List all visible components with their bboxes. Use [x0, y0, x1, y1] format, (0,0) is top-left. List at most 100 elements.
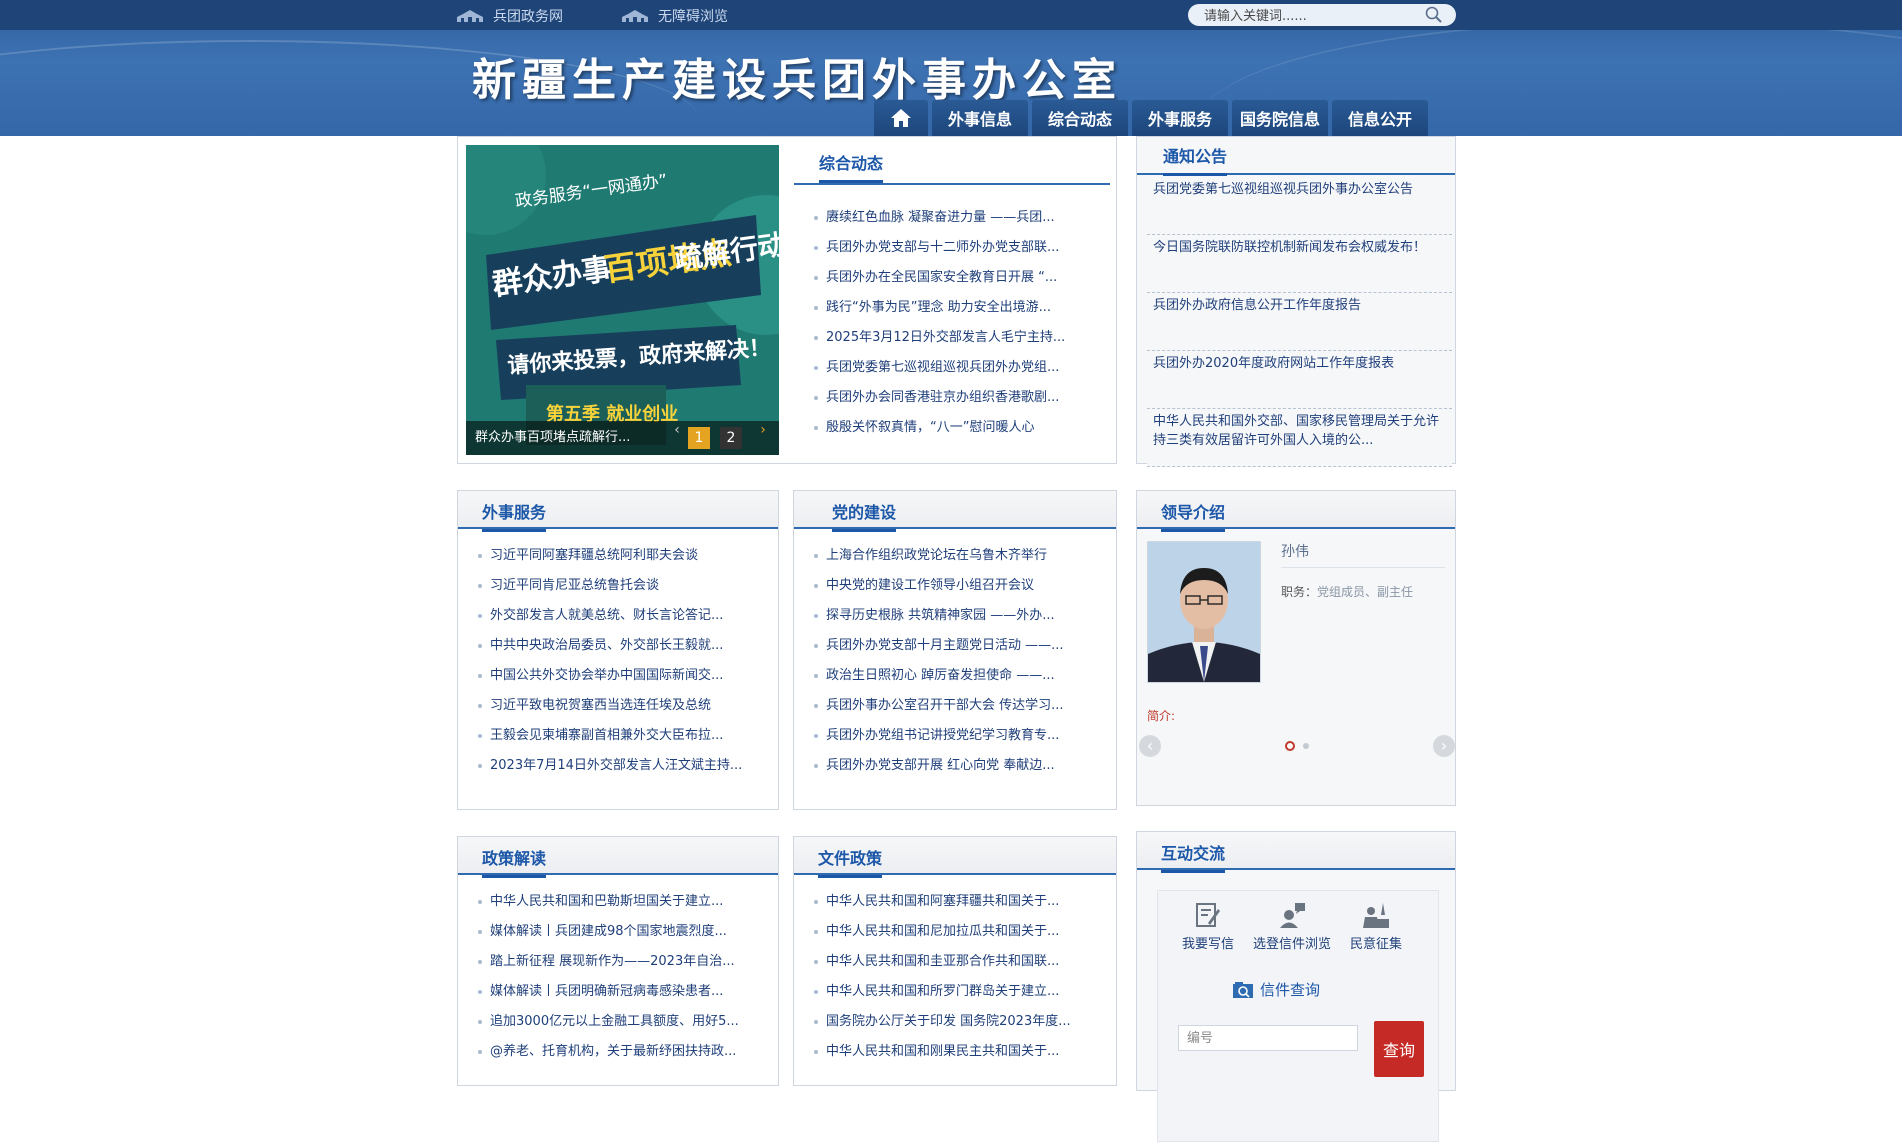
leader-prev-button[interactable]: ‹: [1139, 735, 1161, 757]
letter-query-link[interactable]: 信件查询: [1232, 979, 1320, 1000]
list-item[interactable]: 中华人民共和国和圭亚那合作共和国联...: [812, 947, 1108, 977]
leader-title[interactable]: 领导介绍: [1161, 499, 1226, 532]
list-item[interactable]: 中华人民共和国和巴勒斯坦国关于建立...: [476, 887, 766, 917]
notice-head: 通知公告: [1137, 137, 1455, 176]
zhengce-title[interactable]: 政策解读: [482, 845, 547, 878]
list-item[interactable]: 外交部发言人就美总统、财长言论答记...: [476, 601, 766, 631]
list-item[interactable]: 探寻历史根脉 共筑精神家园 ——外办...: [812, 601, 1108, 631]
dangjian-title[interactable]: 党的建设: [832, 499, 897, 532]
list-item[interactable]: 追加3000亿元以上金融工具额度、用好5...: [476, 1007, 766, 1037]
nav-info-public[interactable]: 信息公开: [1332, 100, 1428, 136]
list-item[interactable]: 兵团外办党支部与十二师外办党支部联...: [812, 233, 1104, 263]
list-item[interactable]: 媒体解读丨兵团明确新冠病毒感染患者...: [476, 977, 766, 1007]
wenjian-head: 文件政策: [794, 837, 1116, 878]
leader-name: 孙伟: [1281, 541, 1445, 568]
building-icon: [622, 10, 648, 22]
list-item[interactable]: 中华人民共和国外交部、国家移民管理局关于允许持三类有效居留许可外国人入境的公..…: [1147, 409, 1452, 467]
leader-duty-value: 党组成员、副主任: [1317, 585, 1414, 599]
leader-panel: 领导介绍 孙伟 职务：党组成员、副主任 简介: ‹ ›: [1136, 490, 1456, 806]
nav-zonghe[interactable]: 综合动态: [1032, 100, 1128, 136]
letter-query-icon: [1233, 981, 1253, 998]
list-item[interactable]: 2025年3月12日外交部发言人毛宁主持...: [812, 323, 1104, 353]
leader-portrait-image: [1148, 542, 1260, 682]
list-item[interactable]: 中华人民共和国和所罗门群岛关于建立...: [812, 977, 1108, 1007]
top-bar: 兵团政务网 无障碍浏览: [0, 0, 1902, 30]
dangjian-head: 党的建设: [794, 491, 1116, 532]
bingtuan-gov-link[interactable]: 兵团政务网: [455, 6, 563, 26]
interact-box: 我要写信 选登信件浏览 民意征集 信件查询 编号 查询: [1157, 890, 1439, 1142]
list-item[interactable]: 今日国务院联防联控机制新闻发布会权威发布！: [1147, 235, 1452, 293]
letter-number-input[interactable]: [1178, 1025, 1358, 1051]
list-item[interactable]: 兵团党委第七巡视组巡视兵团外办党组...: [812, 353, 1104, 383]
list-item[interactable]: 兵团外办党支部开展 红心向党 奉献边...: [812, 751, 1108, 781]
slideshow-page-1[interactable]: 1: [688, 427, 710, 449]
leader-head: 领导介绍: [1137, 491, 1455, 532]
list-item[interactable]: 兵团党委第七巡视组巡视兵团外事办公室公告: [1147, 177, 1452, 235]
list-item[interactable]: 兵团外办2020年度政府网站工作年度报表: [1147, 351, 1452, 409]
list-item[interactable]: 兵团外办会同香港驻京办组织香港歌剧...: [812, 383, 1104, 413]
list-item[interactable]: 政治生日照初心 踔厉奋发担使命 ——...: [812, 661, 1108, 691]
zhengce-panel: 政策解读 中华人民共和国和巴勒斯坦国关于建立... 媒体解读丨兵团建成98个国家…: [457, 836, 779, 1086]
list-item[interactable]: 2023年7月14日外交部发言人汪文斌主持...: [476, 751, 766, 781]
list-item[interactable]: 习近平同阿塞拜疆总统阿利耶夫会谈: [476, 541, 766, 571]
list-item[interactable]: 践行“外事为民”理念 助力安全出境游...: [812, 293, 1104, 323]
list-item[interactable]: 中共中央政治局委员、外交部长王毅就...: [476, 631, 766, 661]
list-item[interactable]: 中国公共外交协会举办中国国际新闻交...: [476, 661, 766, 691]
interact-title[interactable]: 互动交流: [1161, 840, 1226, 873]
slideshow-prev[interactable]: ‹: [670, 419, 684, 441]
list-item[interactable]: 兵团外事办公室召开干部大会 传达学习...: [812, 691, 1108, 721]
list-item[interactable]: 赓续红色血脉 凝聚奋进力量 ——兵团...: [812, 203, 1104, 233]
search-icon[interactable]: [1424, 6, 1444, 24]
notice-title[interactable]: 通知公告: [1163, 143, 1228, 176]
nav-home[interactable]: [874, 100, 928, 136]
interact-head: 互动交流: [1137, 832, 1455, 873]
list-item[interactable]: 中华人民共和国和尼加拉瓜共和国关于...: [812, 917, 1108, 947]
leader-next-button[interactable]: ›: [1433, 735, 1455, 757]
opinion-button[interactable]: 民意征集: [1334, 901, 1418, 952]
zonghe-title[interactable]: 综合动态: [819, 150, 884, 183]
leader-dot-1[interactable]: [1285, 741, 1295, 751]
query-button[interactable]: 查询: [1374, 1021, 1424, 1077]
write-letter-button[interactable]: 我要写信: [1166, 901, 1250, 952]
list-item[interactable]: 兵团外办政府信息公开工作年度报告: [1147, 293, 1452, 351]
list-item[interactable]: 王毅会见柬埔寨副首相兼外交大臣布拉...: [476, 721, 766, 751]
wenjian-title[interactable]: 文件政策: [818, 845, 883, 878]
letter-browse-button[interactable]: 选登信件浏览: [1250, 901, 1334, 952]
notice-list: 兵团党委第七巡视组巡视兵团外事办公室公告 今日国务院联防联控机制新闻发布会权威发…: [1147, 177, 1452, 467]
list-item[interactable]: 媒体解读丨兵团建成98个国家地震烈度...: [476, 917, 766, 947]
leader-dot-2[interactable]: [1303, 743, 1309, 749]
list-item[interactable]: 国务院办公厅关于印发 国务院2023年度...: [812, 1007, 1108, 1037]
list-item[interactable]: 兵团外办在全民国家安全教育日开展 “...: [812, 263, 1104, 293]
list-item[interactable]: 上海合作组织政党论坛在乌鲁木齐举行: [812, 541, 1108, 571]
list-item[interactable]: 习近平同肯尼亚总统鲁托会谈: [476, 571, 766, 601]
slideshow-next[interactable]: ›: [756, 419, 770, 441]
list-item[interactable]: 兵团外办党组书记讲授党纪学习教育专...: [812, 721, 1108, 751]
slideshow-banner-image: 政务服务“一网通办” 群众办事 百项堵点 疏解行动 请你来投票，政府来解决！ 第…: [466, 145, 779, 455]
leader-photo[interactable]: [1147, 541, 1261, 683]
leader-intro-label: 简介:: [1147, 709, 1176, 723]
list-item[interactable]: 兵团外办党支部十月主题党日活动 ——...: [812, 631, 1108, 661]
main-nav: 外事信息 综合动态 外事服务 国务院信息 信息公开: [874, 100, 1428, 136]
list-item[interactable]: 习近平致电祝贺塞西当选连任埃及总统: [476, 691, 766, 721]
waishi-title[interactable]: 外事服务: [482, 499, 547, 532]
accessibility-link[interactable]: 无障碍浏览: [620, 6, 728, 26]
list-item[interactable]: 踏上新征程 展现新作为——2023年自治...: [476, 947, 766, 977]
list-item[interactable]: 中华人民共和国和阿塞拜疆共和国关于...: [812, 887, 1108, 917]
list-item[interactable]: 中央党的建设工作领导小组召开会议: [812, 571, 1108, 601]
slideshow-page-2[interactable]: 2: [720, 427, 742, 449]
notice-panel: 通知公告 兵团党委第七巡视组巡视兵团外事办公室公告 今日国务院联防联控机制新闻发…: [1136, 136, 1456, 467]
building-icon: [457, 10, 483, 22]
slideshow[interactable]: 政务服务“一网通办” 群众办事 百项堵点 疏解行动 请你来投票，政府来解决！ 第…: [466, 145, 779, 455]
waishi-list: 习近平同阿塞拜疆总统阿利耶夫会谈 习近平同肯尼亚总统鲁托会谈 外交部发言人就美总…: [476, 541, 766, 781]
list-item[interactable]: 中华人民共和国和刚果民主共和国关于...: [812, 1037, 1108, 1067]
nav-waishi-service[interactable]: 外事服务: [1132, 100, 1228, 136]
leader-duty-label: 职务：: [1281, 585, 1318, 599]
nav-waishi-info[interactable]: 外事信息: [932, 100, 1028, 136]
nav-state-council[interactable]: 国务院信息: [1232, 100, 1328, 136]
search-input[interactable]: [1202, 6, 1426, 26]
list-item[interactable]: @养老、托育机构，关于最新纾困扶持政...: [476, 1037, 766, 1067]
interact-panel: 互动交流 我要写信 选登信件浏览 民意征集 信件查询 编号 查询: [1136, 831, 1456, 1142]
search-box: [1188, 4, 1456, 26]
wenjian-panel: 文件政策 中华人民共和国和阿塞拜疆共和国关于... 中华人民共和国和尼加拉瓜共和…: [793, 836, 1117, 1086]
list-item[interactable]: 殷殷关怀叙真情，“八一”慰问暖人心: [812, 413, 1104, 443]
